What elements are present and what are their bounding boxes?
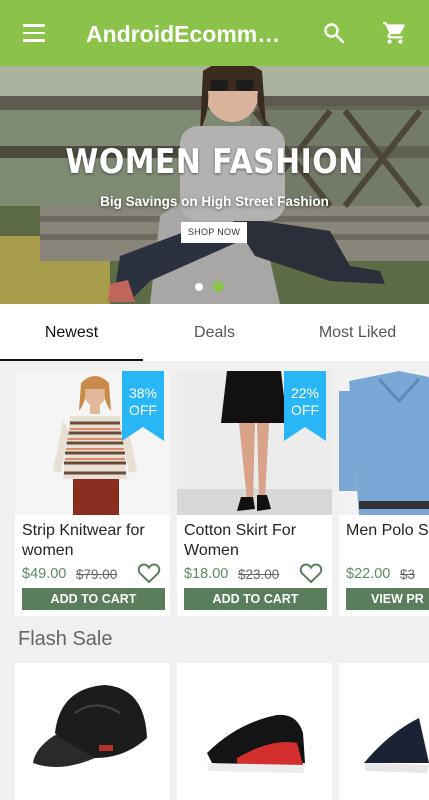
product-price: $18.00 [184,566,229,582]
product-name[interactable]: Men Polo Shirt [346,521,429,541]
flash-sale-title: Flash Sale [18,628,113,650]
product-image [339,663,429,800]
carousel-dot[interactable] [195,282,203,291]
product-card[interactable]: Men Polo Shirt $22.00 $3 VIEW PR [339,371,429,616]
product-image[interactable] [339,371,429,515]
tab-newest[interactable]: Newest [0,304,143,361]
app-bar: AndroidEcommer... [0,0,429,66]
add-to-cart-button[interactable]: ADD TO CART [184,588,327,610]
discount-off: OFF [291,402,319,418]
discount-percent: 22% [290,385,320,401]
shop-now-button[interactable]: SHOP NOW [181,222,247,243]
product-image [15,663,170,800]
product-old-price: $23.00 [238,567,280,582]
tab-deals[interactable]: Deals [143,304,286,361]
product-price: $22.00 [346,566,391,582]
product-card[interactable]: 38% OFF Strip Knitwear for women $49.00 $… [15,371,170,616]
search-icon[interactable] [318,17,350,49]
heart-icon[interactable] [299,562,323,584]
flash-sale-list[interactable] [15,663,429,800]
product-price: $49.00 [22,566,67,582]
discount-ribbon: 22% OFF [284,371,326,441]
shopping-cart-icon[interactable] [379,17,411,49]
banner-title: WOMEN FASHION [65,142,364,182]
product-list[interactable]: 38% OFF Strip Knitwear for women $49.00 $… [15,371,429,616]
view-product-button[interactable]: VIEW PR [346,588,429,610]
product-name[interactable]: Cotton Skirt For Women [184,521,330,561]
heart-icon[interactable] [137,562,161,584]
product-image [177,663,332,800]
app-title: AndroidEcommer... [86,21,292,47]
carousel-dot-active[interactable] [213,281,224,292]
tab-most-liked[interactable]: Most Liked [286,304,429,361]
product-tabs: Newest Deals Most Liked [0,304,429,361]
flash-sale-card[interactable] [177,663,332,800]
flash-sale-card[interactable] [15,663,170,800]
product-old-price: $3 [400,567,416,582]
add-to-cart-button[interactable]: ADD TO CART [22,588,165,610]
hamburger-menu-icon[interactable] [14,18,54,48]
discount-off: OFF [129,402,157,418]
carousel-indicator [195,281,224,292]
banner-image [0,66,429,304]
banner-subtitle: Big Savings on High Street Fashion [100,194,329,209]
promo-banner[interactable]: WOMEN FASHION Big Savings on High Street… [0,66,429,304]
product-name[interactable]: Strip Knitwear for women [22,521,168,561]
discount-ribbon: 38% OFF [122,371,164,441]
flash-sale-card[interactable] [339,663,429,800]
product-old-price: $79.00 [76,567,118,582]
discount-percent: 38% [128,385,158,401]
product-card[interactable]: 22% OFF Cotton Skirt For Women $18.00 $23… [177,371,332,616]
